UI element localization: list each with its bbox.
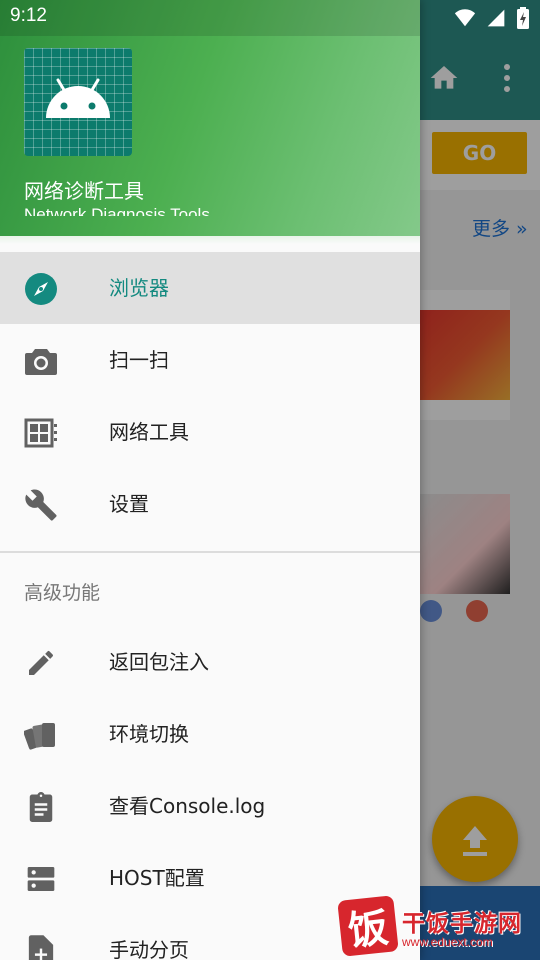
menu-item-browser[interactable]: 浏览器 [0, 252, 420, 324]
menu-item-label: 扫一扫 [109, 348, 169, 372]
signal-icon [487, 9, 505, 27]
app-subtitle: Network Diagnosis Tools [24, 205, 210, 216]
drawer-header: 网络诊断工具 Network Diagnosis Tools [0, 0, 420, 242]
menu-item-label: 环境切换 [109, 722, 189, 746]
menu-divider [0, 551, 420, 553]
menu-item-env-switch[interactable]: 环境切换 [0, 698, 420, 770]
file-add-icon [24, 934, 58, 960]
menu-item-label: 网络工具 [109, 420, 189, 444]
watermark-glyph: 饭 [337, 895, 399, 957]
menu-item-label: 设置 [109, 492, 149, 516]
status-bar: 9:12 [0, 0, 540, 36]
section-title-advanced: 高级功能 [24, 582, 101, 604]
menu-item-label: HOST配置 [109, 866, 205, 890]
watermark-brand: 干饭手游网 [402, 911, 522, 937]
menu-item-label: 返回包注入 [109, 650, 209, 674]
clipboard-icon [24, 790, 58, 824]
menu-item-settings[interactable]: 设置 [0, 468, 420, 540]
menu-item-network-tools[interactable]: 网络工具 [0, 396, 420, 468]
wrench-icon [24, 488, 58, 522]
android-icon [46, 78, 110, 118]
menu-item-scan[interactable]: 扫一扫 [0, 324, 420, 396]
app-name: 网络诊断工具 [24, 179, 144, 203]
dns-icon [24, 862, 58, 896]
camera-icon [24, 344, 58, 378]
watermark-logo: 饭 干饭手游网 www.eduext.com [336, 895, 540, 960]
pencil-icon [24, 646, 58, 680]
menu-item-label: 浏览器 [109, 276, 169, 300]
menu-item-label: 查看Console.log [109, 794, 266, 818]
swatches-icon [24, 718, 58, 752]
watermark-url: www.eduext.com [402, 935, 493, 949]
navigation-drawer: 网络诊断工具 Network Diagnosis Tools 浏览器 扫一扫 网… [0, 0, 420, 960]
status-time: 9:12 [10, 5, 47, 26]
menu-item-label: 手动分页 [109, 938, 189, 960]
wifi-icon [454, 9, 476, 27]
battery-charging-icon [517, 7, 529, 29]
compass-icon [24, 272, 58, 306]
menu-item-console-log[interactable]: 查看Console.log [0, 770, 420, 842]
app-logo [24, 48, 132, 156]
grid-tool-icon [24, 416, 58, 450]
menu-item-response-injection[interactable]: 返回包注入 [0, 626, 420, 698]
